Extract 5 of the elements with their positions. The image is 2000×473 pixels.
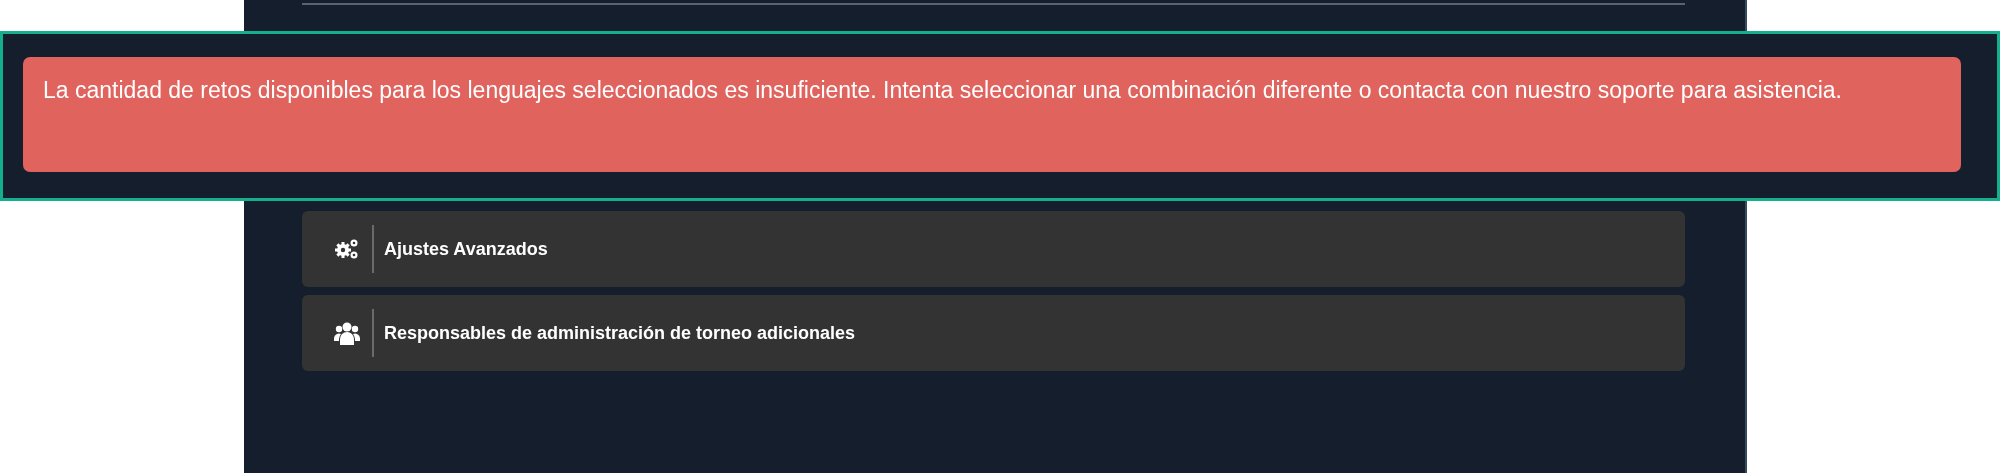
section-header[interactable]: Ajustes Avanzados (302, 211, 1685, 287)
section-header[interactable]: Responsables de administración de torneo adicionales (302, 295, 1685, 371)
gears-icon (334, 237, 360, 261)
error-alert: La cantidad de retos disponibles para los lenguajes seleccionados es insuficiente. Intenta seleccionar una combinación diferente o contacta con nuestro soporte para asistencia. (23, 57, 1961, 172)
users-icon (334, 321, 360, 345)
